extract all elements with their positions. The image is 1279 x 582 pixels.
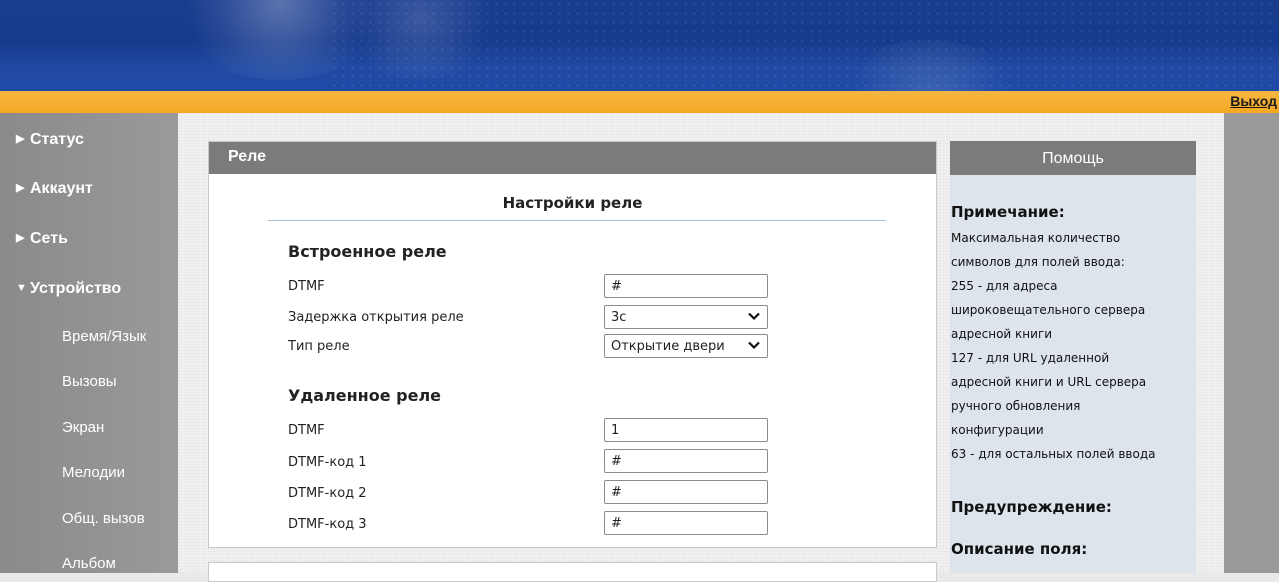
note-heading: Примечание: (951, 203, 1065, 221)
relay-panel: Реле Настройки реле Встроенное реле DTMF… (208, 141, 937, 548)
relay-delay-label: Задержка открытия реле (288, 310, 464, 325)
help-panel: Помощь Примечание: Максимальная количест… (950, 141, 1196, 573)
note-line: 255 - для адреса (951, 279, 1058, 293)
dtmf-code2-input[interactable]: # (604, 480, 768, 504)
logout-link[interactable]: Выход (1230, 93, 1277, 109)
sidebar-item-device[interactable]: ▼ Устройство (16, 280, 121, 298)
panel-header: Реле (209, 142, 936, 174)
note-text: Максимальная количество символов для пол… (951, 226, 1195, 466)
note-line: Максимальная количество (951, 231, 1121, 245)
triangle-right-icon: ▶ (16, 232, 25, 244)
chevron-down-icon (748, 341, 760, 350)
sidebar-item-status[interactable]: ▶ Статус (16, 131, 84, 149)
sidebar-subitem-ringtones[interactable]: Мелодии (62, 464, 125, 481)
triangle-right-icon: ▶ (16, 133, 25, 145)
builtin-dtmf-input[interactable]: # (604, 274, 768, 298)
relay-type-label: Тип реле (288, 339, 350, 354)
note-line: 63 - для остальных полей ввода (951, 447, 1156, 461)
triangle-down-icon: ▼ (16, 282, 27, 294)
sidebar-subitem-time-language[interactable]: Время/Язык (62, 328, 146, 345)
relay-type-value: Открытие двери (611, 339, 725, 354)
dtmf-code1-input[interactable]: # (604, 449, 768, 473)
right-margin (1224, 113, 1279, 573)
sidebar-subitem-broadcast[interactable]: Общ. вызов (62, 510, 145, 527)
warning-heading: Предупреждение: (951, 498, 1112, 516)
help-title: Помощь (950, 141, 1196, 175)
relay-type-select[interactable]: Открытие двери (604, 334, 768, 358)
section-title: Настройки реле (502, 194, 643, 212)
sidebar-item-label: Сеть (30, 230, 68, 247)
sidebar: ▶ Статус ▶ Аккаунт ▶ Сеть ▼ Устройство Время… (0, 113, 178, 573)
note-line: адресной книги и URL сервера (951, 375, 1147, 389)
remote-relay-heading: Удаленное реле (288, 386, 442, 405)
builtin-relay-heading: Встроенное реле (288, 242, 447, 261)
field-description-heading: Описание поля: (951, 540, 1088, 558)
note-line: адресной книги (951, 327, 1053, 341)
dtmf-code3-input[interactable]: # (604, 511, 768, 535)
remote-dtmf-input[interactable]: 1 (604, 418, 768, 442)
remote-dtmf-label: DTMF (288, 423, 325, 438)
sidebar-item-label: Статус (30, 131, 84, 148)
note-line: ручного обновления (951, 399, 1081, 413)
note-line: широковещательного сервера (951, 303, 1146, 317)
chevron-down-icon (748, 312, 760, 321)
note-line: символов для полей ввода: (951, 255, 1125, 269)
note-line: 127 - для URL удаленной (951, 351, 1110, 365)
sidebar-item-network[interactable]: ▶ Сеть (16, 230, 68, 248)
note-line: конфигурации (951, 423, 1044, 437)
next-panel (208, 562, 937, 582)
divider (268, 220, 886, 221)
top-bar (0, 91, 1279, 113)
relay-delay-select[interactable]: 3с (604, 305, 768, 329)
relay-delay-value: 3с (611, 310, 627, 325)
sidebar-item-label: Устройство (30, 280, 122, 297)
sidebar-subitem-screen[interactable]: Экран (62, 419, 104, 436)
triangle-right-icon: ▶ (16, 182, 25, 194)
panel-title: Реле (228, 148, 267, 165)
builtin-dtmf-label: DTMF (288, 279, 325, 294)
sidebar-item-label: Аккаунт (30, 180, 93, 197)
header-banner (0, 0, 1279, 91)
sidebar-item-account[interactable]: ▶ Аккаунт (16, 180, 93, 198)
dtmf-code1-label: DTMF-код 1 (288, 455, 367, 470)
sidebar-subitem-album[interactable]: Альбом (62, 555, 116, 572)
sidebar-subitem-calls[interactable]: Вызовы (62, 373, 117, 390)
dtmf-code3-label: DTMF-код 3 (288, 517, 367, 532)
dtmf-code2-label: DTMF-код 2 (288, 486, 367, 501)
